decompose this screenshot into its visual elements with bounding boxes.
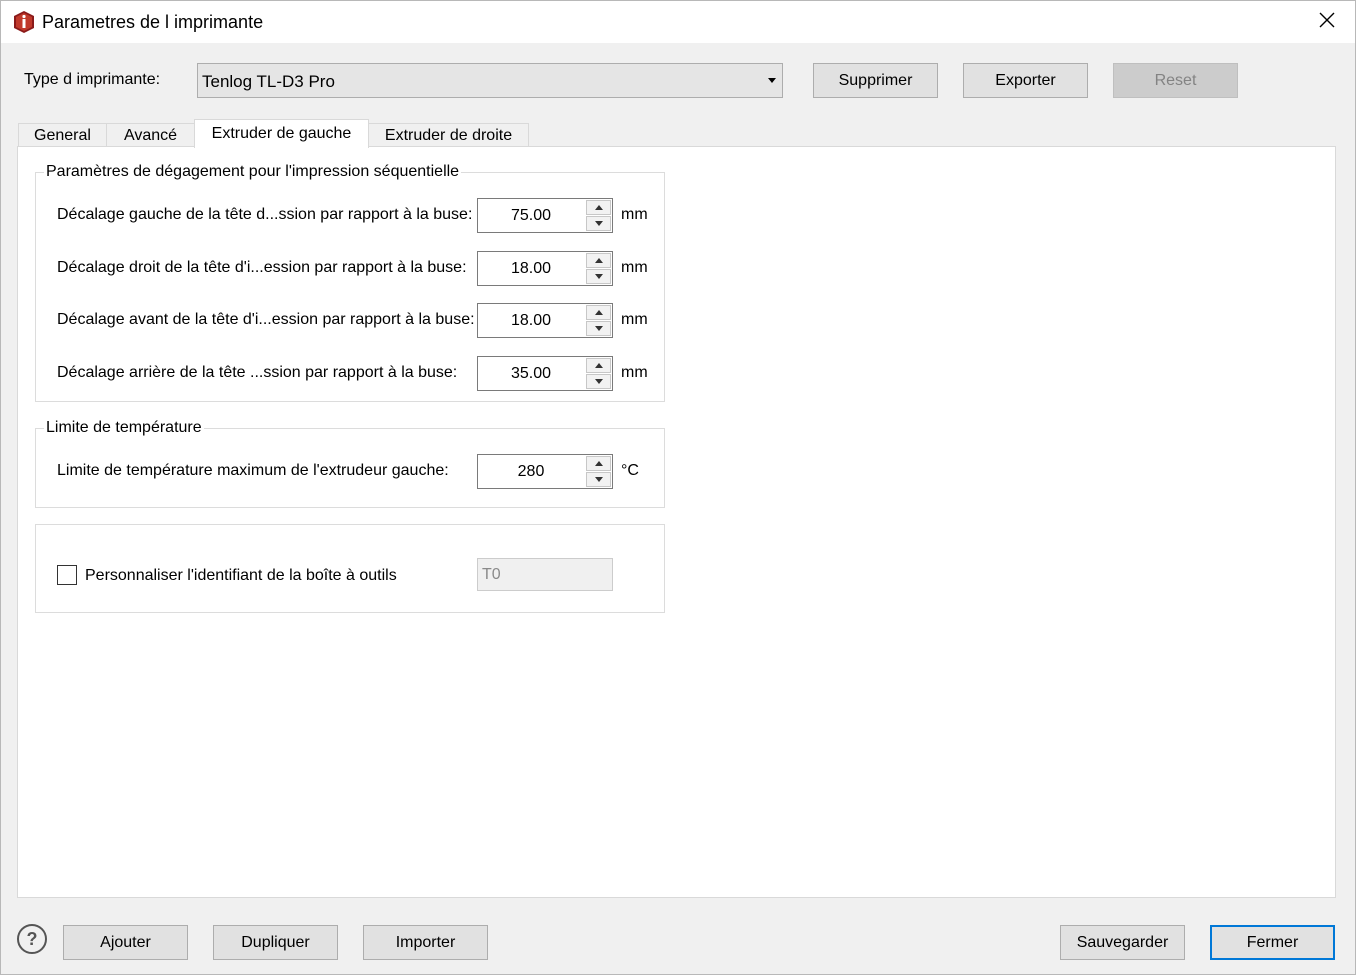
spin-up-button[interactable]: [586, 456, 611, 471]
max-temp-value: 280: [517, 463, 545, 480]
tab-extruder-droite[interactable]: Extruder de droite: [368, 123, 529, 147]
left-offset-value: 75.00: [510, 207, 552, 224]
right-offset-label: Décalage droit de la tête d'i...ession p…: [57, 259, 467, 276]
arrow-up-icon: [594, 363, 603, 368]
title-bar: Parametres de l imprimante: [1, 1, 1355, 43]
tab-avance[interactable]: Avancé: [106, 123, 195, 147]
max-temp-unit: °C: [621, 462, 639, 479]
printer-type-select[interactable]: Tenlog TL-D3 Pro: [197, 63, 783, 98]
clearance-group-title: Paramètres de dégagement pour l'impressi…: [44, 163, 462, 181]
front-offset-label: Décalage avant de la tête d'i...ession p…: [57, 311, 475, 328]
right-offset-unit: mm: [621, 259, 648, 276]
help-icon[interactable]: ?: [17, 924, 47, 954]
printer-settings-dialog: Parametres de l imprimante Type d imprim…: [0, 0, 1356, 975]
duplicate-button[interactable]: Dupliquer: [213, 925, 338, 960]
right-offset-spinbox[interactable]: 18.00: [477, 251, 613, 286]
clearance-group: Paramètres de dégagement pour l'impressi…: [35, 163, 665, 402]
left-offset-label: Décalage gauche de la tête d...ssion par…: [57, 206, 473, 223]
spin-down-button[interactable]: [586, 269, 611, 284]
temperature-group-title: Limite de température: [44, 419, 204, 437]
right-offset-value: 18.00: [510, 260, 552, 277]
max-temp-spinbox[interactable]: 280: [477, 454, 613, 489]
toolbox-id-label: Personnaliser l'identifiant de la boîte …: [85, 567, 397, 584]
spin-up-button[interactable]: [586, 253, 611, 268]
tab-panel: Paramètres de dégagement pour l'impressi…: [17, 146, 1336, 898]
arrow-down-icon: [594, 274, 603, 279]
reset-button[interactable]: Reset: [1113, 63, 1238, 98]
close-button[interactable]: Fermer: [1210, 925, 1335, 960]
chevron-down-icon: [768, 78, 776, 83]
export-button[interactable]: Exporter: [963, 63, 1088, 98]
arrow-up-icon: [594, 461, 603, 466]
left-offset-spinbox[interactable]: 75.00: [477, 198, 613, 233]
window-title: Parametres de l imprimante: [42, 12, 264, 32]
spin-up-button[interactable]: [586, 358, 611, 373]
import-button[interactable]: Importer: [363, 925, 488, 960]
spin-up-button[interactable]: [586, 305, 611, 320]
arrow-down-icon: [594, 477, 603, 482]
printer-type-label: Type d imprimante:: [24, 71, 161, 88]
close-window-button[interactable]: [1299, 1, 1355, 43]
add-button[interactable]: Ajouter: [63, 925, 188, 960]
rear-offset-unit: mm: [621, 364, 648, 381]
left-offset-unit: mm: [621, 206, 648, 223]
app-logo-icon: [13, 10, 35, 34]
close-icon: [1319, 12, 1335, 33]
toolbox-id-checkbox[interactable]: [57, 565, 77, 585]
spin-down-button[interactable]: [586, 216, 611, 231]
toolbox-id-input[interactable]: T0: [477, 558, 613, 591]
front-offset-value: 18.00: [510, 312, 552, 329]
arrow-up-icon: [594, 310, 603, 315]
arrow-up-icon: [594, 258, 603, 263]
rear-offset-value: 35.00: [510, 365, 552, 382]
toolbox-group: Personnaliser l'identifiant de la boîte …: [35, 524, 665, 613]
arrow-down-icon: [594, 221, 603, 226]
spin-down-button[interactable]: [586, 374, 611, 389]
spin-up-button[interactable]: [586, 200, 611, 215]
save-button[interactable]: Sauvegarder: [1060, 925, 1185, 960]
spin-down-button[interactable]: [586, 472, 611, 487]
arrow-down-icon: [594, 326, 603, 331]
tab-general[interactable]: General: [18, 123, 107, 147]
arrow-up-icon: [594, 205, 603, 210]
front-offset-spinbox[interactable]: 18.00: [477, 303, 613, 338]
rear-offset-spinbox[interactable]: 35.00: [477, 356, 613, 391]
spin-down-button[interactable]: [586, 321, 611, 336]
tab-extruder-gauche[interactable]: Extruder de gauche: [194, 119, 369, 148]
temperature-group: Limite de température Limite de températ…: [35, 419, 665, 508]
printer-type-value: Tenlog TL-D3 Pro: [202, 72, 335, 91]
max-temp-label: Limite de température maximum de l'extru…: [57, 462, 449, 479]
front-offset-unit: mm: [621, 311, 648, 328]
rear-offset-label: Décalage arrière de la tête ...ssion par…: [57, 364, 458, 381]
arrow-down-icon: [594, 379, 603, 384]
delete-button[interactable]: Supprimer: [813, 63, 938, 98]
